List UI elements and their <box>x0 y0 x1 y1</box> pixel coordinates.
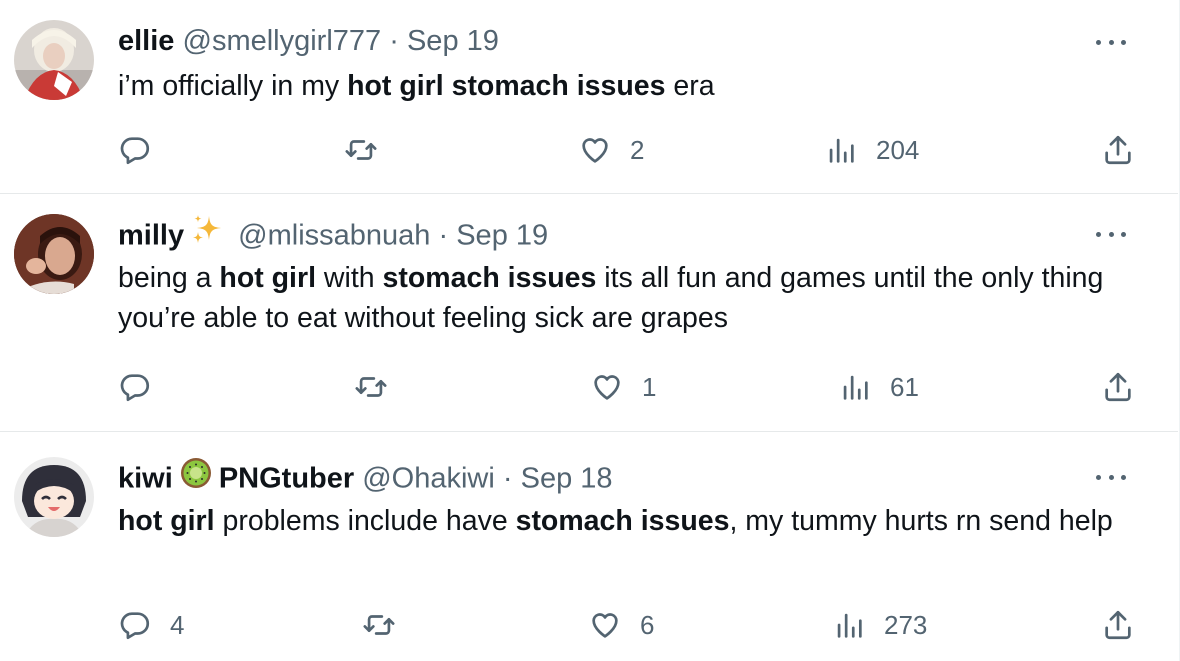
avatar[interactable] <box>14 214 94 294</box>
like-button[interactable]: 6 <box>588 605 654 645</box>
display-name[interactable]: kiwi <box>118 463 173 495</box>
views-icon <box>843 375 868 400</box>
retweet-icon <box>363 615 395 635</box>
like-icon <box>592 613 618 638</box>
text-segment: with <box>316 262 383 294</box>
like-count: 2 <box>630 134 645 165</box>
views-button[interactable]: 61 <box>838 367 919 407</box>
display-name[interactable]: ellie <box>118 25 174 57</box>
avatar[interactable] <box>14 20 94 100</box>
tweet[interactable]: milly @mlissabnuah · Sep 19 being a hot … <box>0 194 1178 432</box>
share-button[interactable] <box>1101 367 1135 407</box>
share-icon <box>1105 135 1131 165</box>
tweet-text: hot girl problems include have stomach i… <box>118 501 1128 541</box>
retweet-button[interactable] <box>362 605 414 645</box>
retweet-icon <box>355 377 387 397</box>
view-count: 204 <box>876 134 920 165</box>
user-handle[interactable]: @smellygirl777 <box>183 25 382 57</box>
separator: · <box>389 25 399 57</box>
tweet-actions: 1 61 <box>118 367 1148 407</box>
more-icon[interactable] <box>1096 229 1126 239</box>
tweet-header: ellie @smellygirl777 · Sep 19 <box>118 24 499 58</box>
highlighted-phrase: hot girl <box>219 262 316 294</box>
tweet-header: kiwi PNGtuber @Ohakiwi · Sep 18 <box>118 456 613 501</box>
tweet-date[interactable]: Sep 19 <box>456 220 548 252</box>
share-icon <box>1105 610 1131 640</box>
tweet-actions: 2 204 <box>118 130 1148 170</box>
like-button[interactable]: 1 <box>590 367 656 407</box>
reply-icon <box>120 612 150 640</box>
tweet-actions: 4 6 273 <box>118 605 1148 645</box>
highlighted-phrase: hot girl stomach issues <box>347 70 666 102</box>
display-name[interactable]: milly <box>118 220 184 252</box>
highlighted-phrase: hot girl <box>118 505 215 537</box>
user-handle[interactable]: @mlissabnuah <box>238 220 430 252</box>
like-icon <box>594 375 620 400</box>
like-count: 6 <box>640 609 655 640</box>
separator: · <box>438 219 449 252</box>
separator: · <box>502 462 513 495</box>
kiwi-emoji-icon <box>179 456 213 498</box>
retweet-button[interactable] <box>344 130 396 170</box>
more-icon[interactable] <box>1096 472 1126 482</box>
like-icon <box>582 138 608 163</box>
sparkles-emoji-icon <box>190 213 224 255</box>
view-count: 61 <box>890 371 919 402</box>
reply-icon <box>120 137 150 165</box>
tweet-text: being a hot girl with stomach issues its… <box>118 258 1128 338</box>
reply-button[interactable] <box>118 367 170 407</box>
views-button[interactable]: 273 <box>832 605 927 645</box>
more-icon[interactable] <box>1096 37 1126 47</box>
user-handle[interactable]: @Ohakiwi <box>362 463 495 495</box>
tweet-header: milly @mlissabnuah · Sep 19 <box>118 213 548 258</box>
highlighted-phrase: stomach issues <box>382 262 597 294</box>
display-name-suffix[interactable]: PNGtuber <box>219 463 354 495</box>
tweet-date[interactable]: Sep 19 <box>407 25 499 57</box>
reply-count: 4 <box>170 609 185 640</box>
tweet-text: i’m officially in my hot girl stomach is… <box>118 66 1128 106</box>
avatar[interactable] <box>14 457 94 537</box>
tweet[interactable]: ellie @smellygirl777 · Sep 19 i’m offici… <box>0 0 1178 194</box>
reply-icon <box>120 374 150 402</box>
retweet-button[interactable] <box>354 367 406 407</box>
views-icon <box>829 138 854 163</box>
views-button[interactable]: 204 <box>824 130 919 170</box>
views-icon <box>837 613 862 638</box>
text-segment: era <box>665 70 715 102</box>
text-segment: being a <box>118 262 220 294</box>
like-button[interactable]: 2 <box>578 130 644 170</box>
like-count: 1 <box>642 371 657 402</box>
text-segment: , my tummy hurts rn send help <box>729 505 1113 537</box>
tweet-date[interactable]: Sep 18 <box>521 463 613 495</box>
text-segment: problems include have <box>214 505 516 537</box>
highlighted-phrase: stomach issues <box>515 505 730 537</box>
retweet-icon <box>345 140 377 160</box>
tweet[interactable]: kiwi PNGtuber @Ohakiwi · Sep 18 hot girl … <box>0 432 1178 661</box>
reply-button[interactable]: 4 <box>118 605 184 645</box>
tweet-feed: ellie @smellygirl777 · Sep 19 i’m offici… <box>0 0 1180 661</box>
text-segment: i’m officially in my <box>118 70 348 102</box>
view-count: 273 <box>884 609 928 640</box>
share-icon <box>1105 372 1131 402</box>
share-button[interactable] <box>1101 605 1135 645</box>
reply-button[interactable] <box>118 130 170 170</box>
share-button[interactable] <box>1101 130 1135 170</box>
